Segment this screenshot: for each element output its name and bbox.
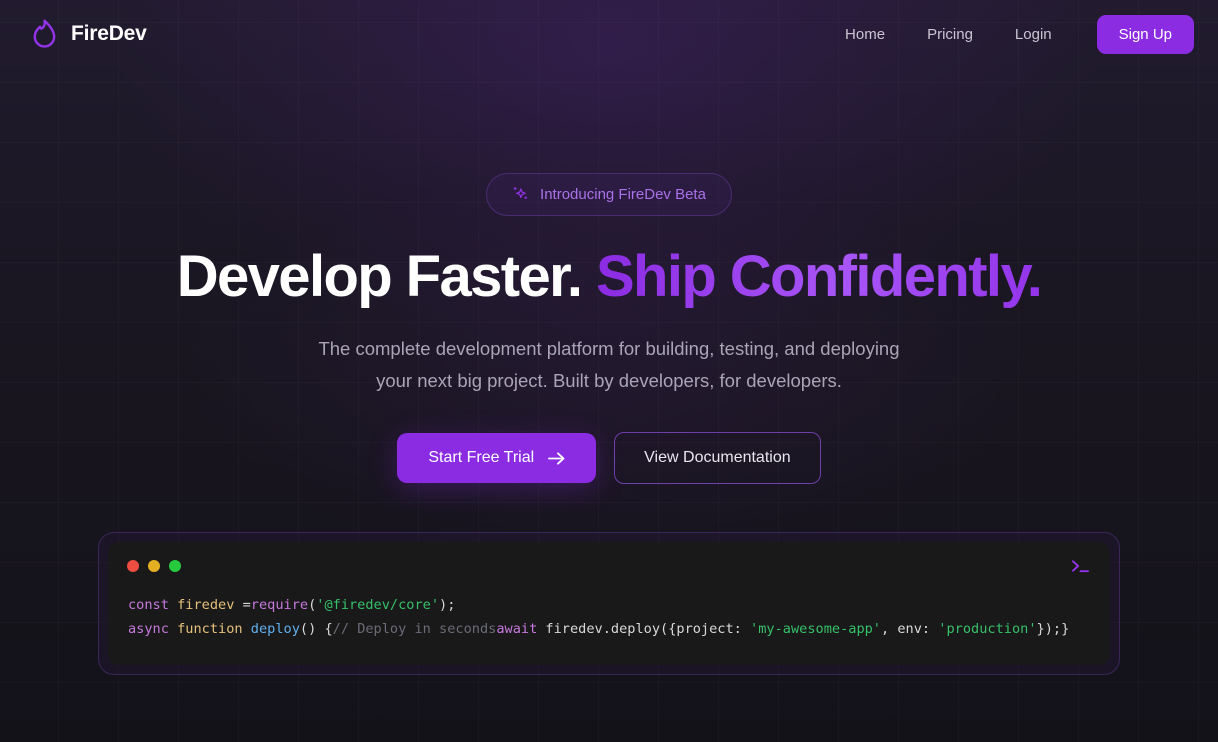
token-deploy-call: firedev.deploy({project: xyxy=(537,621,751,638)
headline-accent: Ship Confidently. xyxy=(595,244,1043,309)
start-free-trial-label: Start Free Trial xyxy=(428,449,535,467)
token-env-value: 'production' xyxy=(938,621,1037,638)
terminal-window: const firedev =require('@firedev/core');… xyxy=(108,542,1110,666)
token-async: async xyxy=(128,621,169,638)
terminal-titlebar xyxy=(108,542,1110,590)
brand-name: FireDev xyxy=(71,22,147,45)
token-env-key: , env: xyxy=(881,621,939,638)
token-const: const xyxy=(128,597,169,614)
arrow-right-icon xyxy=(548,451,565,466)
token-await: await xyxy=(496,621,538,638)
code-line-1: const firedev =require('@firedev/core'); xyxy=(128,593,1090,617)
minimize-dot-yellow[interactable] xyxy=(148,560,160,573)
flame-icon xyxy=(30,19,58,49)
token-deploy-name: deploy xyxy=(250,621,300,638)
nav-link-login[interactable]: Login xyxy=(994,18,1073,51)
nav-link-home[interactable]: Home xyxy=(824,18,906,51)
cta-row: Start Free Trial View Documentation xyxy=(0,432,1218,485)
sign-up-button[interactable]: Sign Up xyxy=(1096,14,1194,54)
beta-badge-label: Introducing FireDev Beta xyxy=(540,186,706,203)
token-variable-firedev: firedev xyxy=(177,597,235,614)
nav-link-pricing[interactable]: Pricing xyxy=(906,18,994,51)
hero-subtitle: The complete development platform for bu… xyxy=(0,333,1218,397)
token-tail: });} xyxy=(1036,621,1070,638)
beta-badge[interactable]: Introducing FireDev Beta xyxy=(486,173,732,216)
page-title: Develop Faster. Ship Confidently. xyxy=(0,246,1218,307)
navbar: FireDev Home Pricing Login Sign Up xyxy=(0,0,1218,68)
brand-logo[interactable]: FireDev xyxy=(30,19,147,49)
token-project-name: 'my-awesome-app' xyxy=(750,621,881,638)
token-function: function xyxy=(177,621,243,638)
maximize-dot-green[interactable] xyxy=(169,560,181,573)
sparkles-icon xyxy=(512,186,529,203)
token-equals: = xyxy=(234,597,251,614)
terminal-card: const firedev =require('@firedev/core');… xyxy=(98,532,1120,676)
window-controls xyxy=(127,560,181,573)
view-documentation-button[interactable]: View Documentation xyxy=(614,432,821,485)
token-space-2a xyxy=(169,621,177,637)
token-space-2b xyxy=(243,621,251,637)
landing-page: FireDev Home Pricing Login Sign Up Intro… xyxy=(0,0,1218,742)
token-comment: // Deploy in seconds xyxy=(332,621,497,638)
token-module-path: '@firedev/core' xyxy=(316,597,440,614)
token-paren-close: ); xyxy=(439,597,456,614)
hero-subtitle-line2: your next big project. Built by develope… xyxy=(376,370,842,392)
hero-section: Introducing FireDev Beta Develop Faster.… xyxy=(0,68,1218,485)
code-line-2: async function deploy() {// Deploy in se… xyxy=(128,617,1090,641)
nav-links: Home Pricing Login Sign Up xyxy=(824,14,1194,54)
terminal-prompt-icon xyxy=(1070,558,1091,574)
start-free-trial-button[interactable]: Start Free Trial xyxy=(397,433,597,484)
close-dot-red[interactable] xyxy=(127,560,139,573)
hero-subtitle-line1: The complete development platform for bu… xyxy=(318,338,900,360)
headline-primary: Develop Faster. xyxy=(176,244,583,309)
terminal-code: const firedev =require('@firedev/core');… xyxy=(108,590,1110,665)
token-require: require xyxy=(250,597,309,614)
token-parens-brace: () { xyxy=(299,621,333,638)
